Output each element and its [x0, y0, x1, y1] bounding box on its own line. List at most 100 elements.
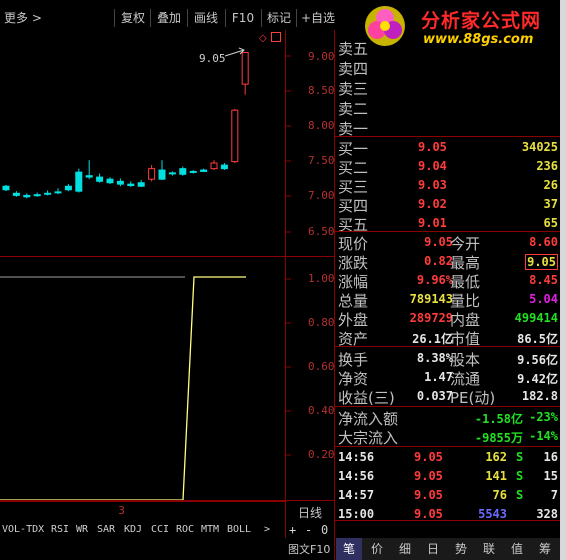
tick-price: 9.05 [414, 488, 443, 502]
diamond-icon[interactable]: ◇ [259, 33, 267, 44]
indicator-line [0, 276, 246, 500]
overlay-button[interactable]: 叠加 [152, 7, 186, 29]
detail-tab[interactable]: 势 [448, 538, 474, 560]
quote-label: 量比 [450, 292, 481, 310]
ask-level-label: 卖三 [338, 80, 369, 98]
window-toggle-icon[interactable] [271, 32, 281, 42]
tick-price: 9.05 [414, 469, 443, 483]
bid-level-label: 买四 [338, 197, 369, 215]
scrollbar[interactable] [560, 0, 566, 560]
tick-volume: 141 [485, 469, 507, 483]
add-watchlist-button[interactable]: +自选 [298, 7, 338, 29]
tab-rsi[interactable]: RSI [51, 521, 69, 539]
logo-text: 分析家公式网 [421, 10, 542, 32]
tab-roc[interactable]: ROC [176, 521, 194, 539]
tab-wr[interactable]: WR [76, 521, 88, 539]
indicator-label: 0.20 [308, 448, 335, 461]
detail-tab[interactable]: 联 [476, 538, 502, 560]
tab-mtm[interactable]: MTM [201, 521, 219, 539]
candle-body [106, 178, 114, 184]
indicator-label: 0.60 [308, 360, 335, 373]
quote-value: 86.5亿 [517, 332, 558, 346]
tab-boll[interactable]: BOLL [227, 521, 251, 539]
candle-body [2, 185, 10, 191]
candle-body [189, 170, 197, 173]
detail-tab[interactable]: 日 [420, 538, 446, 560]
fundamental-value: 9.56亿 [517, 353, 558, 367]
zoom-reset-button[interactable]: 0 [321, 521, 328, 539]
quote-label: 总量 [338, 292, 369, 310]
candle-body [12, 192, 20, 196]
quote-label: 涨跌 [338, 254, 369, 272]
candle-body [116, 180, 124, 185]
candle-body [44, 192, 52, 195]
zoom-in-button[interactable]: + [289, 521, 296, 539]
price-label: 6.50 [308, 225, 335, 238]
quote-label: 资产 [338, 330, 369, 348]
tick-price: 9.05 [414, 450, 443, 464]
quote-value: 9.05 [525, 254, 558, 270]
detail-tab[interactable]: 值 [504, 538, 530, 560]
detail-tab[interactable]: 细 [392, 538, 418, 560]
bid-volume: 236 [536, 159, 558, 173]
fundamental-value: 0.037 [416, 389, 453, 403]
bid-price: 9.03 [418, 178, 447, 192]
tab-kdj[interactable]: KDJ [124, 521, 142, 539]
tick-time: 15:00 [338, 507, 375, 521]
detail-tab[interactable]: 笔 [336, 538, 362, 560]
fundamental-value: 182.8 [521, 389, 558, 403]
candle-body [23, 194, 31, 198]
quote-label: 市值 [450, 330, 481, 348]
price-label: 8.00 [308, 119, 335, 132]
mark-button[interactable]: 标记 [263, 7, 295, 29]
chart-toolbar: 更多 > 复权 叠加 画线 F10 标记 +自选 [0, 7, 340, 29]
candle-body [231, 109, 239, 163]
ask-level-label: 卖四 [338, 60, 369, 78]
restore-rights-button[interactable]: 复权 [116, 7, 150, 29]
quote-label: 最高 [450, 254, 481, 272]
tick-side: S [516, 488, 524, 502]
more-button[interactable]: 更多 > [4, 7, 44, 29]
tick-time: 14:56 [338, 450, 375, 464]
bid-volume: 37 [543, 197, 558, 211]
price-label: 7.50 [308, 154, 335, 167]
quote-label: 内盘 [450, 311, 481, 329]
candle-body [75, 171, 83, 192]
candle-body [210, 162, 218, 170]
f10-text-button[interactable]: 图文F10 [288, 541, 330, 557]
time-axis-marker: 3 [118, 504, 125, 517]
fundamental-label: 换手 [338, 351, 369, 369]
price-label: 8.50 [308, 84, 335, 97]
tab-cci[interactable]: CCI [151, 521, 169, 539]
candle-body [200, 169, 208, 172]
draw-line-button[interactable]: 画线 [189, 7, 223, 29]
tick-time: 14:57 [338, 488, 375, 502]
candlestick-chart[interactable] [0, 30, 285, 256]
zoom-out-button[interactable]: - [305, 521, 312, 539]
candle-body [127, 183, 135, 187]
high-annotation: 9.05 [199, 52, 226, 65]
tick-time: 14:56 [338, 469, 375, 483]
detail-tab[interactable]: 价 [364, 538, 390, 560]
period-label[interactable]: 日线 [298, 504, 322, 521]
fundamental-label: 流通 [450, 370, 481, 388]
tab-scroll-right-icon[interactable]: > [264, 521, 270, 539]
tick-count: 7 [550, 488, 558, 502]
tick-volume: 5543 [478, 507, 507, 521]
tick-side: S [516, 450, 524, 464]
indicator-chart[interactable] [0, 257, 285, 500]
detail-tab[interactable]: 筹 [532, 538, 558, 560]
axis-ticks [285, 55, 291, 456]
f10-button[interactable]: F10 [227, 7, 259, 29]
candle-body [220, 164, 228, 170]
flow-label: 净流入额 [338, 410, 399, 428]
bid-volume: 34025 [521, 140, 558, 154]
tab-sar[interactable]: SAR [97, 521, 115, 539]
tab-vol-tdx[interactable]: VOL-TDX [2, 521, 44, 539]
candle-body [158, 169, 166, 180]
time-axis: 3 [0, 501, 285, 520]
detail-tabs: 笔价细日势联值筹 [336, 538, 560, 560]
bid-price: 9.01 [418, 216, 447, 230]
fundamental-label: PE(动) [450, 389, 496, 407]
flow-value: -1.58亿 [474, 412, 523, 426]
